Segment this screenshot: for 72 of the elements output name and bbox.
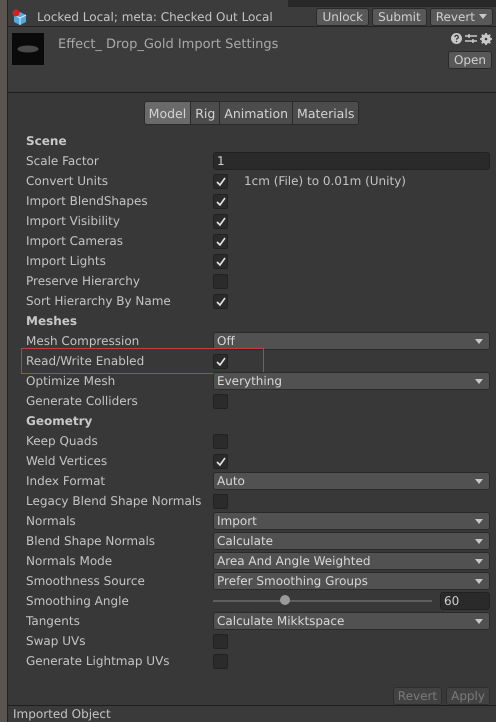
vcs-button[interactable]: Submit (372, 8, 427, 26)
caret-icon (475, 538, 483, 544)
field-label: Smoothing Angle (26, 594, 130, 608)
field-label: Scale Factor (26, 154, 100, 168)
dropdown[interactable]: Everything (213, 372, 490, 390)
field-label: Tangents (26, 614, 81, 628)
field-label: Import Cameras (26, 234, 124, 248)
caret-icon (475, 618, 483, 624)
field-label: Smoothness Source (26, 574, 146, 588)
unit-note: 1cm (File) to 0.01m (Unity) (244, 174, 406, 188)
checkbox[interactable] (213, 454, 228, 469)
open-button[interactable]: Open (448, 51, 492, 70)
dropdown[interactable]: Calculate (213, 532, 490, 550)
checkbox[interactable] (213, 254, 228, 269)
caret-icon (475, 558, 483, 564)
checkbox[interactable] (213, 354, 228, 369)
header-title: Effect_ Drop_Gold Import Settings (57, 36, 280, 54)
section-heading: Meshes (26, 314, 78, 328)
caret-icon (475, 378, 483, 384)
field-label: Generate Lightmap UVs (26, 654, 171, 668)
field-label: Index Format (26, 474, 106, 488)
field-label: Sort Hierarchy By Name (26, 294, 172, 308)
checkbox[interactable] (213, 214, 228, 229)
caret-icon (475, 338, 483, 344)
slider-handle[interactable] (280, 595, 290, 606)
vcs-button[interactable]: Unlock (316, 8, 370, 26)
section-heading: Scene (26, 134, 67, 148)
caret-icon (479, 14, 487, 20)
status-text: Locked Local; meta: Checked Out Local (36, 10, 274, 24)
field-label: Keep Quads (26, 434, 99, 448)
field-label: Normals Mode (26, 554, 114, 568)
caret-icon (475, 518, 483, 524)
settings-icon[interactable] (480, 33, 492, 46)
field-label: Legacy Blend Shape Normals (26, 494, 202, 508)
checkbox[interactable] (213, 174, 228, 189)
revert-dropdown[interactable]: Revert (430, 8, 493, 26)
field-label: Weld Vertices (26, 454, 108, 468)
field-label: Import Lights (26, 254, 107, 268)
sliders-icon[interactable] (465, 33, 477, 44)
caret-icon (475, 478, 483, 484)
field-label: Mesh Compression (26, 334, 140, 348)
tab[interactable]: Materials (292, 101, 360, 126)
tab[interactable]: Rig (190, 101, 220, 126)
field-label: Convert Units (26, 174, 109, 188)
tab[interactable]: Animation (219, 101, 294, 126)
help-icon[interactable] (451, 33, 462, 44)
checkbox[interactable] (213, 294, 228, 309)
field-label: Import BlendShapes (26, 194, 149, 208)
field-label: Blend Shape Normals (26, 534, 156, 548)
tab[interactable]: Model (144, 101, 192, 126)
dropdown[interactable]: Auto (213, 472, 490, 490)
dropdown[interactable]: Prefer Smoothing Groups (213, 572, 490, 590)
field-label: Swap UVs (26, 634, 86, 648)
field-label: Read/Write Enabled (26, 354, 146, 368)
dropdown[interactable]: Import (213, 512, 490, 530)
field-label: Preserve Hierarchy (26, 274, 141, 288)
footer-title: Imported Object (13, 707, 111, 722)
input-field[interactable]: 1 (213, 152, 490, 170)
dropdown[interactable]: Off (213, 332, 490, 350)
disc-icon (17, 45, 39, 54)
cube-icon (12, 8, 28, 25)
field-label: Normals (26, 514, 77, 528)
number-field[interactable]: 60 (440, 592, 490, 610)
checkbox[interactable] (213, 194, 228, 209)
checkbox[interactable] (213, 234, 228, 249)
field-label: Optimize Mesh (26, 374, 116, 388)
field-label: Import Visibility (26, 214, 121, 228)
section-heading: Geometry (26, 414, 92, 428)
field-label: Generate Colliders (26, 394, 139, 408)
caret-icon (475, 578, 483, 584)
dropdown[interactable]: Calculate Mikktspace (213, 612, 490, 630)
dropdown[interactable]: Area And Angle Weighted (213, 552, 490, 570)
